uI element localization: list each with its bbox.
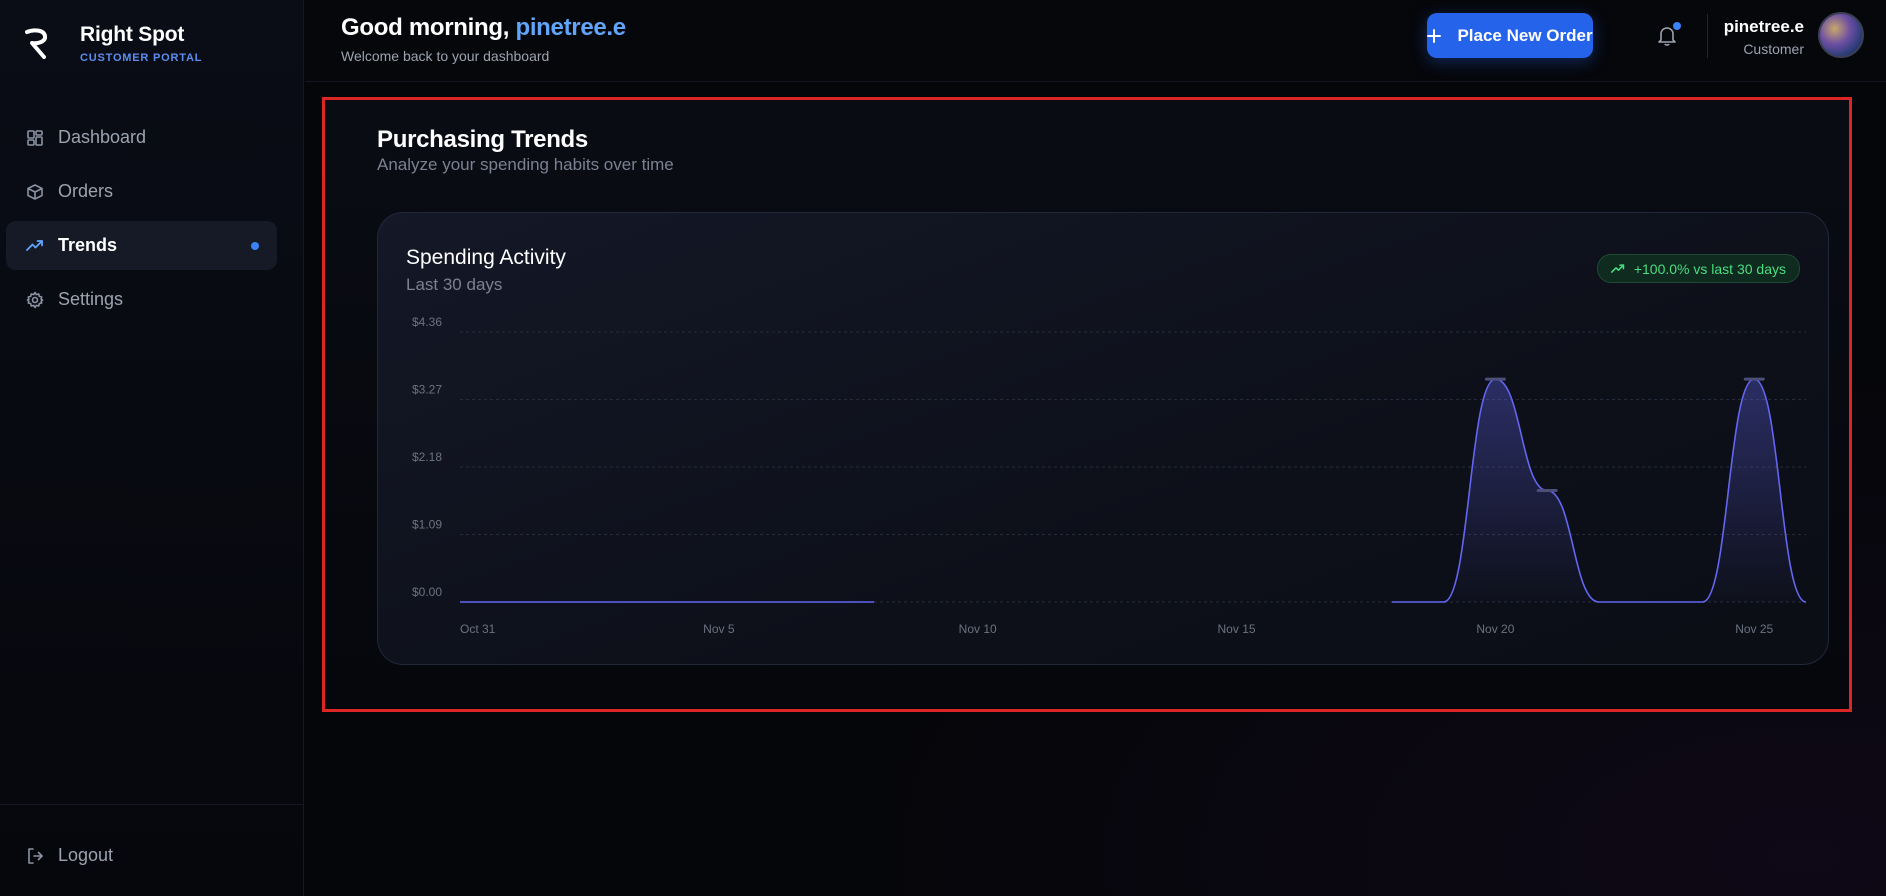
top-bar: Good morning, pinetree.e Welcome back to… [305, 0, 1886, 82]
y-tick-label: $2.18 [412, 450, 442, 464]
logout-icon [26, 847, 44, 865]
place-new-order-label: Place New Order [1457, 25, 1593, 45]
main-content: Purchasing Trends Analyze your spending … [305, 83, 1886, 896]
page-title: Purchasing Trends [377, 126, 588, 153]
brand-subtitle: CUSTOMER PORTAL [80, 52, 203, 64]
y-tick-label: $0.00 [412, 585, 442, 599]
logout-button[interactable]: Logout [26, 845, 113, 866]
active-indicator-dot [251, 242, 259, 250]
x-tick-label: Nov 5 [703, 622, 735, 636]
greeting-text: Good morning, [341, 14, 510, 41]
brand-name: Right Spot [80, 23, 185, 46]
user-role: Customer [1743, 41, 1804, 57]
sidebar-item-label: Settings [58, 289, 124, 309]
brand-logo-icon [25, 28, 48, 59]
spending-chart: $0.00 $1.09 $2.18 $3.27 $4.36 Oct 31 Nov 5 Nov … [412, 315, 1807, 636]
sidebar: Right Spot CUSTOMER PORTAL Dashboard Ord… [0, 0, 304, 896]
greeting-username: pinetree.e [515, 14, 626, 41]
series-area [1391, 379, 1806, 602]
x-tick-label: Nov 10 [959, 622, 997, 636]
sidebar-footer: Logout [0, 804, 304, 896]
user-name: pinetree.e [1723, 17, 1804, 36]
avatar[interactable] [1818, 12, 1864, 58]
page-subtitle: Analyze your spending habits over time [377, 155, 674, 174]
divider [1707, 14, 1708, 58]
x-tick-label: Nov 25 [1735, 622, 1773, 636]
y-tick-label: $1.09 [412, 518, 442, 532]
x-tick-label: Nov 20 [1476, 622, 1514, 636]
sidebar-item-settings[interactable]: Settings [6, 275, 277, 324]
y-tick-label: $4.36 [412, 315, 442, 329]
logout-label: Logout [58, 845, 114, 865]
spending-activity-card: Spending Activity Last 30 days +100.0% v… [377, 212, 1829, 665]
sidebar-item-orders[interactable]: Orders [6, 167, 277, 216]
sidebar-nav: Dashboard Orders Trends Settings [6, 113, 277, 329]
trending-up-icon [26, 237, 44, 255]
sidebar-item-label: Dashboard [58, 127, 147, 147]
sidebar-item-dashboard[interactable]: Dashboard [6, 113, 277, 162]
y-tick-label: $3.27 [412, 383, 442, 397]
sidebar-item-trends[interactable]: Trends [6, 221, 277, 270]
x-tick-label: Oct 31 [460, 622, 496, 636]
greeting: Good morning, pinetree.e Welcome back to… [341, 14, 626, 64]
place-new-order-button[interactable]: Place New Order [1427, 13, 1593, 58]
gear-icon [26, 291, 44, 309]
x-tick-label: Nov 15 [1218, 622, 1256, 636]
brand[interactable]: Right Spot CUSTOMER PORTAL [22, 22, 202, 64]
box-icon [26, 183, 44, 201]
grid-icon [26, 129, 44, 147]
notification-dot [1673, 22, 1681, 30]
sidebar-item-label: Orders [58, 181, 114, 201]
plus-icon [1427, 28, 1442, 43]
user-info[interactable]: pinetree.e Customer [1724, 17, 1804, 57]
greeting-subtitle: Welcome back to your dashboard [341, 48, 550, 64]
trends-panel: Purchasing Trends Analyze your spending … [322, 97, 1852, 712]
sidebar-item-label: Trends [58, 235, 118, 255]
greeting-title: Good morning, pinetree.e [341, 14, 626, 42]
